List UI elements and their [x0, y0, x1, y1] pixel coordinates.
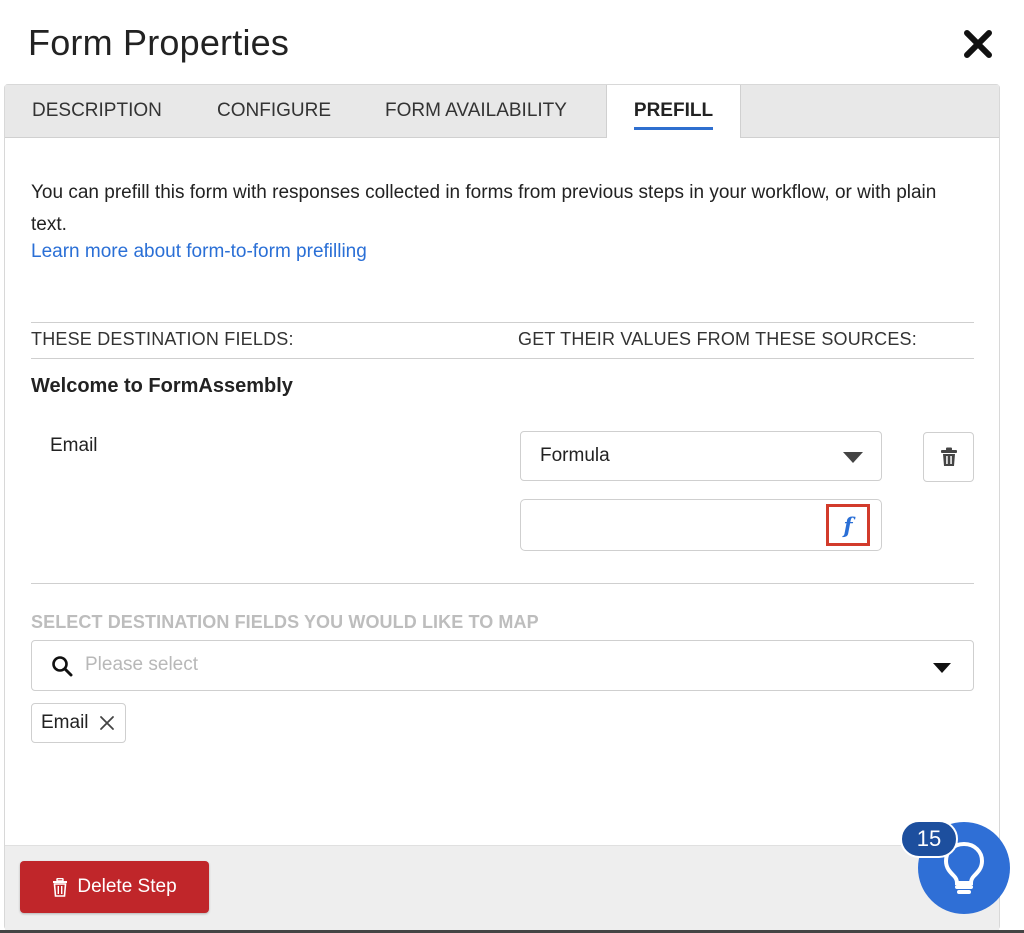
trash-icon — [53, 877, 68, 897]
source-type-value: Formula — [540, 445, 610, 466]
dialog-footer: Delete Step — [5, 845, 999, 930]
tab-prefill-label: PREFILL — [633, 100, 714, 130]
source-form-title: Welcome to FormAssembly — [31, 375, 293, 397]
source-values-header: GET THEIR VALUES FROM THESE SOURCES: — [518, 329, 917, 349]
dialog-title: Form Properties — [28, 22, 290, 63]
divider — [31, 322, 974, 323]
tab-configure[interactable]: CONFIGURE — [217, 85, 331, 137]
tab-form-availability[interactable]: FORM AVAILABILITY — [385, 85, 567, 137]
destination-field-label: Email — [50, 435, 98, 456]
search-placeholder: Please select — [85, 654, 199, 675]
search-icon — [52, 656, 73, 677]
tab-description[interactable]: DESCRIPTION — [32, 85, 162, 137]
close-button[interactable] — [958, 24, 998, 64]
divider — [31, 358, 974, 359]
formula-editor-button[interactable]: f — [826, 504, 870, 546]
delete-mapping-button[interactable] — [923, 432, 974, 482]
delete-step-button[interactable]: Delete Step — [20, 861, 209, 913]
formula-input[interactable]: f — [520, 499, 882, 551]
delete-step-label: Delete Step — [77, 876, 177, 897]
select-fields-heading: SELECT DESTINATION FIELDS YOU WOULD LIKE… — [31, 612, 539, 632]
function-icon: f — [843, 512, 853, 538]
learn-more-link[interactable]: Learn more about form-to-form prefilling — [31, 241, 367, 263]
tab-prefill[interactable]: PREFILL — [606, 85, 741, 138]
caret-down-icon — [843, 452, 863, 463]
properties-panel: DESCRIPTION CONFIGURE FORM AVAILABILITY … — [4, 84, 1000, 930]
prefill-intro-text: You can prefill this form with responses… — [31, 182, 937, 235]
chip-label: Email — [41, 712, 89, 733]
tab-bar: DESCRIPTION CONFIGURE FORM AVAILABILITY … — [5, 85, 999, 138]
remove-chip-icon[interactable] — [99, 715, 115, 731]
trash-icon — [940, 447, 957, 466]
destination-fields-header: THESE DESTINATION FIELDS: — [31, 329, 294, 349]
divider — [31, 583, 974, 584]
caret-down-icon — [933, 663, 951, 673]
destination-field-search[interactable]: Please select — [31, 640, 974, 691]
close-icon — [964, 30, 992, 58]
notification-badge: 15 — [900, 820, 958, 858]
form-properties-dialog: Form Properties DESCRIPTION CONFIGURE FO… — [0, 0, 1024, 933]
selected-field-chip: Email — [31, 703, 126, 743]
source-type-select[interactable]: Formula — [520, 431, 882, 481]
